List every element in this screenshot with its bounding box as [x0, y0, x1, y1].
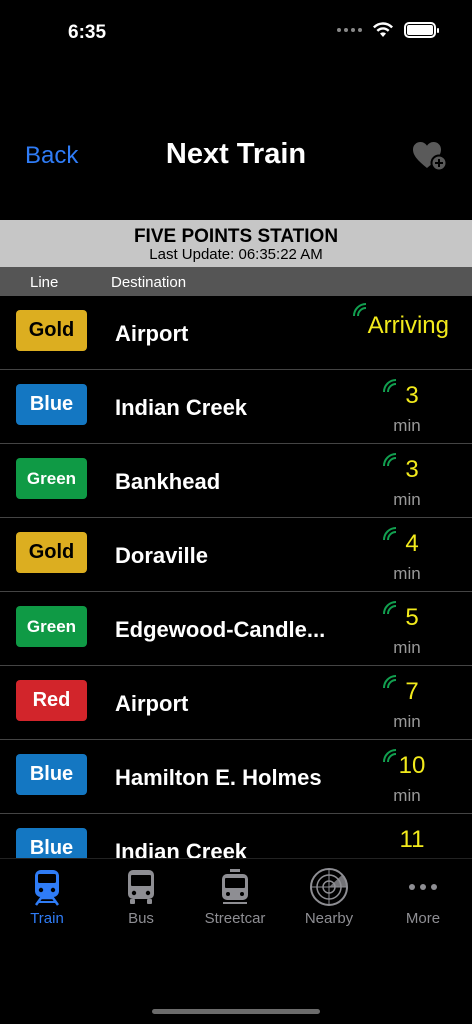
- eta-minutes: 3: [405, 382, 419, 409]
- realtime-signal-icon: [353, 303, 367, 317]
- column-destination: Destination: [111, 274, 187, 291]
- destination: Doraville: [115, 543, 208, 568]
- destination: Bankhead: [115, 469, 221, 494]
- train-row[interactable]: Gold Airport Arriving: [0, 296, 472, 370]
- line-badge-blue: Blue: [16, 828, 87, 858]
- add-favorite-icon[interactable]: [412, 140, 448, 172]
- eta-unit: min: [393, 564, 421, 583]
- eta-minutes: 5: [405, 604, 419, 631]
- station-name: FIVE POINTS STATION: [133, 226, 339, 247]
- tab-label: More: [405, 910, 441, 927]
- status-time: 6:35: [68, 22, 107, 43]
- eta-minutes: 11: [399, 826, 425, 853]
- line-badge-green: Green: [16, 606, 87, 647]
- train-row[interactable]: Blue Indian Creek 3 min: [0, 370, 472, 444]
- last-update: Last Update: 06:35:22 AM: [149, 246, 323, 263]
- tab-bus[interactable]: Bus: [94, 867, 188, 927]
- battery-icon: [404, 22, 439, 38]
- tab-bar: Train Bus Streetcar Nearby More: [0, 858, 472, 1024]
- cellular-signal-icon: [337, 28, 362, 32]
- destination: Indian Creek: [115, 395, 248, 420]
- home-indicator: [152, 1009, 320, 1014]
- line-badge-gold: Gold: [16, 532, 87, 573]
- train-row[interactable]: Green Bankhead 3 min: [0, 444, 472, 518]
- eta-arriving: Arriving: [367, 312, 449, 339]
- column-line: Line: [30, 274, 59, 291]
- tab-nearby[interactable]: Nearby: [282, 867, 376, 927]
- eta-unit: min: [393, 638, 421, 657]
- navigation-bar: Back Next Train: [0, 120, 472, 190]
- tab-label: Nearby: [304, 910, 354, 927]
- more-dots-icon: [409, 884, 437, 890]
- line-badge-blue: Blue: [16, 384, 87, 425]
- eta-unit: min: [393, 786, 421, 805]
- train-row[interactable]: Red Airport 7 min: [0, 666, 472, 740]
- wifi-icon: [373, 22, 393, 37]
- line-badge-green: Green: [16, 458, 87, 499]
- tab-streetcar[interactable]: Streetcar: [188, 867, 282, 927]
- tab-more[interactable]: More: [376, 867, 470, 927]
- train-icon: [34, 870, 60, 906]
- destination: Hamilton E. Holmes: [115, 765, 322, 790]
- eta-minutes: 3: [405, 456, 419, 483]
- train-row[interactable]: Blue Hamilton E. Holmes 10 min: [0, 740, 472, 814]
- streetcar-icon: [222, 869, 248, 904]
- eta-unit: min: [393, 416, 421, 435]
- tab-label: Streetcar: [204, 910, 266, 927]
- station-header: FIVE POINTS STATION Last Update: 06:35:2…: [0, 220, 472, 267]
- radar-icon: [310, 868, 348, 906]
- line-badge-red: Red: [16, 680, 87, 721]
- status-bar: 6:35: [0, 0, 472, 60]
- bus-icon: [128, 870, 154, 904]
- destination: Airport: [115, 321, 189, 346]
- line-badge-gold: Gold: [16, 310, 87, 351]
- train-row[interactable]: Blue Indian Creek 11: [0, 814, 472, 858]
- eta-unit: min: [393, 712, 421, 731]
- train-row[interactable]: Green Edgewood-Candle... 5 min: [0, 592, 472, 666]
- eta-minutes: 10: [398, 752, 426, 779]
- destination: Indian Creek: [115, 839, 248, 858]
- eta-minutes: 4: [405, 530, 419, 557]
- train-list[interactable]: Gold Airport Arriving Blue Indian Creek …: [0, 296, 472, 858]
- column-header: Line Destination: [0, 267, 472, 296]
- destination: Airport: [115, 691, 189, 716]
- train-row[interactable]: Gold Doraville 4 min: [0, 518, 472, 592]
- tab-label: Train: [30, 910, 64, 927]
- status-icons: [337, 22, 439, 38]
- line-badge-blue: Blue: [16, 754, 87, 795]
- tab-train[interactable]: Train: [0, 867, 94, 927]
- eta-unit: min: [393, 490, 421, 509]
- destination: Edgewood-Candle...: [115, 617, 326, 642]
- page-title: Next Train: [165, 138, 307, 170]
- eta-minutes: 7: [405, 678, 419, 705]
- tab-label: Bus: [128, 910, 154, 927]
